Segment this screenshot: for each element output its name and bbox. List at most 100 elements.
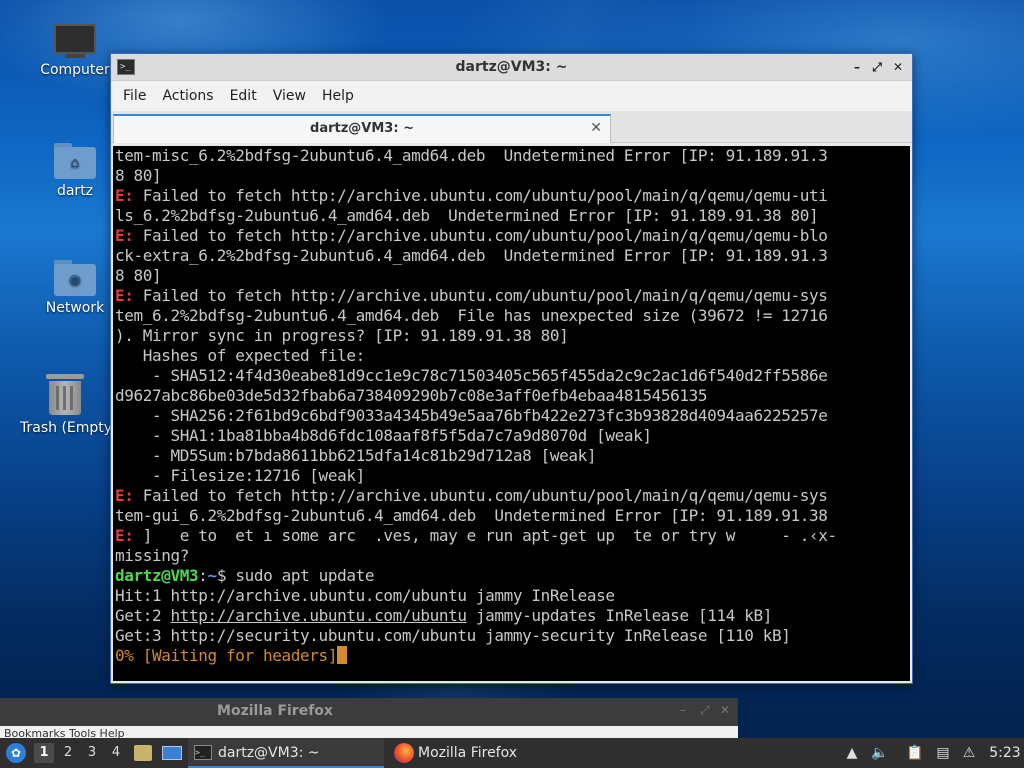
- terminal-line: tem_6.2%2bdfsg-2ubuntu6.4_amd64.deb File…: [115, 306, 910, 326]
- line-text: Failed to fetch http://archive.ubuntu.co…: [133, 486, 828, 505]
- task-label: Mozilla Firefox: [418, 745, 518, 761]
- line-text: missing?: [115, 546, 190, 565]
- network-tray-icon[interactable]: ▤: [934, 744, 952, 762]
- tab-label: dartz@VM3: ~: [310, 121, 414, 136]
- error-prefix: E:: [115, 186, 134, 205]
- tab-terminal[interactable]: dartz@VM3: ~ ✕: [113, 114, 611, 143]
- trash-icon: [46, 374, 84, 416]
- update-notifier-icon[interactable]: ▲: [843, 744, 861, 762]
- terminal-window[interactable]: >_ dartz@VM3: ~ – ⤢ ✕ File Actions Edit …: [110, 53, 913, 684]
- terminal-error-line: E: Failed to fetch http://archive.ubuntu…: [115, 486, 910, 506]
- maximize-icon[interactable]: ⤢: [700, 703, 710, 718]
- menu-actions[interactable]: Actions: [154, 88, 221, 104]
- terminal-line: ck-extra_6.2%2bdfsg-2ubuntu6.4_amd64.deb…: [115, 246, 910, 266]
- line-text: tem-gui_6.2%2bdfsg-2ubuntu6.4_amd64.deb …: [115, 506, 828, 525]
- line-text: Get:2: [115, 606, 171, 625]
- clipboard-icon[interactable]: 📋: [906, 744, 924, 762]
- line-text: Hashes of expected file:: [115, 346, 365, 365]
- line-text: Failed to fetch http://archive.ubuntu.co…: [133, 186, 828, 205]
- menu-edit[interactable]: Edit: [222, 88, 265, 104]
- close-button[interactable]: ✕: [890, 59, 906, 75]
- prompt-path: ~: [207, 566, 218, 585]
- taskbar: ✿ 1 2 3 4 >_ dartz@VM3: ~ Mozilla Firefo…: [0, 738, 1024, 768]
- desktop-icon-label: Trash (Empty): [20, 420, 110, 436]
- terminal-line: tem-gui_6.2%2bdfsg-2ubuntu6.4_amd64.deb …: [115, 506, 910, 526]
- prompt-separator: :: [198, 566, 208, 585]
- firefox-menubar: Bookmarks Tools Help: [0, 726, 738, 738]
- maximize-button[interactable]: ⤢: [869, 59, 885, 75]
- line-text: - SHA256:2f61bd9c6bdf9033a4345b49e5aa76b…: [115, 406, 828, 425]
- file-manager-icon[interactable]: [134, 744, 152, 762]
- line-text: 8 80]: [115, 166, 162, 185]
- task-firefox[interactable]: Mozilla Firefox: [392, 738, 582, 768]
- line-text: jammy-updates InRelease [114 kB]: [466, 606, 772, 625]
- terminal-error-line: E: Failed to fetch http://archive.ubuntu…: [115, 226, 910, 246]
- volume-icon[interactable]: 🔈: [871, 744, 889, 762]
- clock[interactable]: 5:23: [988, 738, 1022, 768]
- close-icon[interactable]: ✕: [720, 703, 730, 717]
- line-text: - Filesize:12716 [weak]: [115, 466, 365, 485]
- tab-bar: dartz@VM3: ~ ✕: [111, 111, 912, 143]
- error-prefix: E:: [115, 526, 134, 545]
- terminal-line: ). Mirror sync in progress? [IP: 91.189.…: [115, 326, 910, 346]
- terminal-line: Hashes of expected file:: [115, 346, 910, 366]
- line-text: Hit:1 http://archive.ubuntu.com/ubuntu j…: [115, 586, 615, 605]
- show-desktop-icon[interactable]: [162, 744, 182, 762]
- line-text: tem-misc_6.2%2bdfsg-2ubuntu6.4_amd64.deb…: [115, 146, 828, 165]
- line-text: - SHA1:1ba81bba4b8d6fdc108aaf8f5f5da7c7a…: [115, 426, 652, 445]
- terminal-icon: >_: [194, 745, 212, 760]
- terminal-output-line: Get:3 http://security.ubuntu.com/ubuntu …: [115, 626, 910, 646]
- terminal-line: ls_6.2%2bdfsg-2ubuntu6.4_amd64.deb Undet…: [115, 206, 910, 226]
- terminal-output[interactable]: tem-misc_6.2%2bdfsg-2ubuntu6.4_amd64.deb…: [113, 146, 910, 681]
- network-folder-icon: ◉: [54, 260, 96, 296]
- line-text: - MD5Sum:b7bda8611bb6215dfa14c81b29d712a…: [115, 446, 597, 465]
- home-folder-icon: ⌂: [54, 143, 96, 179]
- terminal-line: - SHA512:4f4d30eabe81d9cc1e9c78c71503405…: [115, 366, 910, 386]
- notification-icon[interactable]: ⚠: [960, 744, 978, 762]
- line-text: - SHA512:4f4d30eabe81d9cc1e9c78c71503405…: [115, 366, 828, 385]
- task-label: dartz@VM3: ~: [218, 745, 320, 761]
- terminal-line: 8 80]: [115, 166, 910, 186]
- window-title: dartz@VM3: ~: [455, 59, 568, 75]
- terminal-line: 8 80]: [115, 266, 910, 286]
- progress-text: 0% [Waiting for headers]: [115, 646, 338, 665]
- terminal-progress-line: 0% [Waiting for headers]: [115, 646, 910, 666]
- error-prefix: E:: [115, 286, 134, 305]
- terminal-line: - SHA256:2f61bd9c6bdf9033a4345b49e5aa76b…: [115, 406, 910, 426]
- firefox-window[interactable]: Mozilla Firefox – ⤢ ✕ Bookmarks Tools He…: [0, 698, 738, 738]
- menu-help[interactable]: Help: [314, 88, 362, 104]
- window-titlebar[interactable]: >_ dartz@VM3: ~ – ⤢ ✕: [111, 54, 912, 81]
- menu-file[interactable]: File: [115, 88, 154, 104]
- terminal-line: - Filesize:12716 [weak]: [115, 466, 910, 486]
- terminal-error-line: E: ] e to et ı some arc .ves, may e run …: [115, 526, 910, 546]
- desktop-icon-trash[interactable]: Trash (Empty): [20, 374, 110, 436]
- terminal-cursor: [337, 646, 348, 664]
- terminal-prompt-line: dartz@VM3:~$ sudo apt update: [115, 566, 910, 586]
- menu-view[interactable]: View: [265, 88, 314, 104]
- error-prefix: E:: [115, 486, 134, 505]
- terminal-output-line: Get:2 http://archive.ubuntu.com/ubuntu j…: [115, 606, 910, 626]
- terminal-error-line: E: Failed to fetch http://archive.ubuntu…: [115, 186, 910, 206]
- prompt-symbol: $: [216, 566, 227, 585]
- workspace-3[interactable]: 3: [82, 743, 102, 763]
- terminal-line: - MD5Sum:b7bda8611bb6215dfa14c81b29d712a…: [115, 446, 910, 466]
- terminal-output-line: Hit:1 http://archive.ubuntu.com/ubuntu j…: [115, 586, 910, 606]
- line-text: tem_6.2%2bdfsg-2ubuntu6.4_amd64.deb File…: [115, 306, 828, 325]
- tab-close-icon[interactable]: ✕: [590, 120, 602, 136]
- task-terminal[interactable]: >_ dartz@VM3: ~: [188, 738, 384, 768]
- prompt-command: sudo apt update: [226, 566, 375, 585]
- computer-icon: [54, 24, 96, 58]
- prompt-user: dartz@VM3: [115, 566, 199, 585]
- workspace-1[interactable]: 1: [34, 743, 54, 763]
- line-text: ls_6.2%2bdfsg-2ubuntu6.4_amd64.deb Undet…: [115, 206, 819, 225]
- minimize-button[interactable]: –: [849, 59, 865, 75]
- workspace-2[interactable]: 2: [58, 743, 78, 763]
- workspace-4[interactable]: 4: [106, 743, 126, 763]
- app-menu-button[interactable]: ✿: [4, 738, 28, 768]
- terminal-error-line: E: Failed to fetch http://archive.ubuntu…: [115, 286, 910, 306]
- terminal-line: - SHA1:1ba81bba4b8d6fdc108aaf8f5f5da7c7a…: [115, 426, 910, 446]
- menubar: File Actions Edit View Help: [111, 81, 912, 111]
- line-text: ] e to et ı some arc .ves, may e run apt…: [133, 526, 837, 545]
- minimize-icon[interactable]: –: [680, 703, 686, 717]
- terminal-link[interactable]: http://archive.ubuntu.com/ubuntu: [171, 606, 467, 625]
